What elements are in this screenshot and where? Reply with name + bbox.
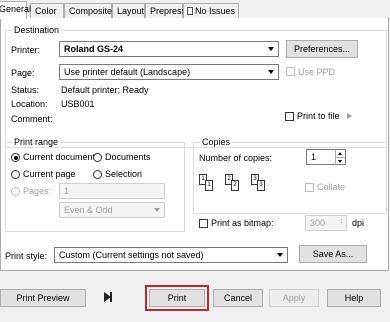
page-icon: 3: [257, 180, 265, 191]
chevron-down-icon: [154, 208, 160, 212]
chevron-down-icon: [277, 253, 283, 257]
copies-value: 1: [311, 152, 317, 162]
bitmap-dpi-value: 300: [310, 218, 326, 228]
tab-label: No Issues: [195, 6, 236, 16]
current-document-radio[interactable]: [11, 153, 20, 162]
tab-label: Color: [35, 6, 57, 16]
tab-label: General: [0, 4, 32, 14]
use-ppd-label: Use PPD: [298, 67, 336, 77]
tab-color[interactable]: Color: [30, 3, 64, 18]
collate-label: Collate: [317, 182, 346, 192]
even-odd-select[interactable]: Even & Odd: [59, 202, 165, 218]
general-panel: Destination Printer: Roland GS-24 Prefer…: [0, 18, 389, 271]
tab-general[interactable]: General: [0, 1, 31, 19]
print-button[interactable]: Print: [149, 289, 205, 307]
pages-radio[interactable]: [11, 187, 20, 196]
documents-label: Documents: [105, 152, 151, 162]
comment-label: Comment:: [11, 114, 53, 124]
collate-illustration-icon: 1 1 2 2 3 3: [199, 171, 275, 197]
page-value: Use printer default (Landscape): [64, 67, 191, 77]
pages-input[interactable]: 1: [59, 183, 165, 199]
tab-layout[interactable]: Layout: [112, 3, 145, 18]
tab-label: Layout: [117, 6, 145, 16]
chevron-down-icon: [268, 47, 274, 51]
current-document-label: Current document: [23, 152, 96, 162]
tab-label: Prepress: [150, 6, 187, 16]
page-select[interactable]: Use printer default (Landscape): [59, 64, 279, 80]
document-icon: [187, 7, 193, 15]
even-odd-value: Even & Odd: [64, 205, 113, 215]
print-style-select[interactable]: Custom (Current settings not saved): [54, 247, 288, 263]
printer-value: Roland GS-24: [64, 44, 124, 54]
selection-label: Selection: [105, 169, 143, 179]
status-label: Status:: [11, 85, 40, 95]
page-label: Page:: [11, 68, 35, 78]
selection-radio[interactable]: [93, 170, 102, 179]
print-range-title: Print range: [12, 137, 61, 147]
help-button[interactable]: Help: [327, 289, 381, 307]
print-as-bitmap-label: Print as bitmap:: [211, 218, 274, 228]
cancel-button[interactable]: Cancel: [213, 289, 263, 307]
print-preview-button[interactable]: Print Preview: [0, 289, 86, 307]
use-ppd-checkbox[interactable]: [286, 67, 295, 76]
printer-label: Printer:: [11, 45, 41, 55]
stepper-down-icon[interactable]: [335, 157, 345, 165]
chevron-down-icon: [268, 70, 274, 74]
save-as-button[interactable]: Save As...: [299, 245, 367, 263]
printer-select[interactable]: Roland GS-24: [59, 41, 279, 57]
copies-title: Copies: [200, 137, 233, 147]
status-value: Default printer; Ready: [61, 85, 149, 95]
print-style-label: Print style:: [5, 251, 48, 261]
number-of-copies-label: Number of copies:: [199, 153, 273, 163]
page-icon: 1: [205, 180, 213, 191]
print-to-file-label: Print to file: [297, 111, 340, 121]
preferences-button[interactable]: Preferences...: [286, 40, 358, 58]
dpi-unit-label: dpi: [352, 218, 365, 228]
print-style-value: Custom (Current settings not saved): [59, 250, 204, 260]
stepper-up-icon[interactable]: [335, 150, 345, 157]
play-bar-icon: [110, 292, 112, 302]
location-label: Location:: [11, 99, 48, 109]
stepper-icon[interactable]: ↕: [340, 218, 344, 225]
collate-checkbox[interactable]: [305, 183, 314, 192]
tab-prepress[interactable]: Prepress: [145, 3, 187, 18]
tab-no-issues[interactable]: No Issues: [183, 3, 239, 18]
destination-title: Destination: [12, 25, 62, 35]
location-value: USB001: [61, 99, 95, 109]
apply-button[interactable]: Apply: [269, 289, 319, 307]
current-page-label: Current page: [23, 169, 76, 179]
documents-radio[interactable]: [93, 153, 102, 162]
copies-stepper[interactable]: 1: [306, 149, 346, 165]
tab-label: Composite: [69, 6, 113, 16]
bitmap-dpi-input[interactable]: 300 ↕: [305, 215, 347, 231]
pages-label: Pages:: [23, 186, 52, 196]
page-icon: 2: [231, 180, 239, 191]
print-as-bitmap-checkbox[interactable]: [199, 219, 208, 228]
chevron-right-icon[interactable]: [347, 113, 352, 119]
current-page-radio[interactable]: [11, 170, 20, 179]
print-to-file-checkbox[interactable]: [285, 112, 294, 121]
tab-composite[interactable]: Composite: [64, 3, 112, 18]
